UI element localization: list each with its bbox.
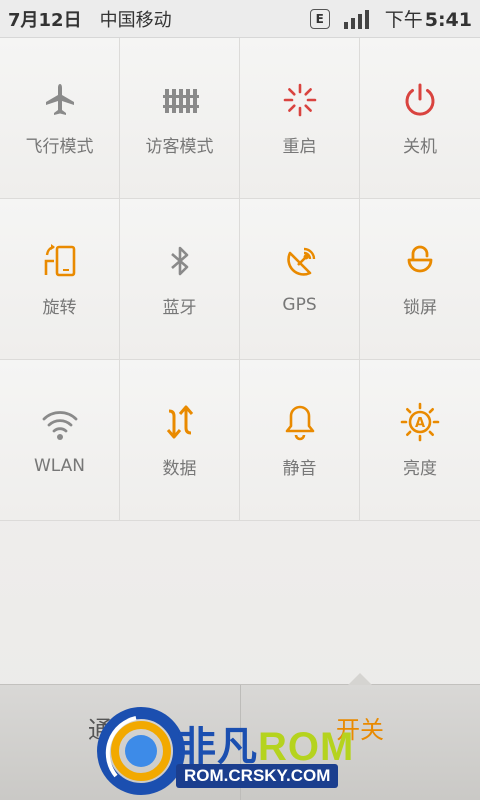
guest-fence-icon <box>162 88 199 113</box>
toggle-brightness[interactable]: A 亮度 <box>360 360 480 521</box>
auto-brightness-icon: A <box>400 402 440 441</box>
watermark-url: ROM.CRSKY.COM <box>176 764 339 788</box>
toggle-label: GPS <box>282 295 317 315</box>
toggle-label: 飞行模式 <box>25 136 94 157</box>
toggle-label: 静音 <box>282 458 317 479</box>
toggle-grid: 飞行模式 访客模式 重启 关机 旋转 蓝牙 GPS 锁屏 WLAN 数据 静音 … <box>0 38 480 522</box>
toggle-label: 锁屏 <box>403 297 437 318</box>
toggle-label: WLAN <box>33 456 86 476</box>
toggle-bluetooth[interactable]: 蓝牙 <box>120 199 240 360</box>
bell-icon <box>285 405 314 440</box>
toggle-guest-mode[interactable]: 访客模式 <box>120 38 240 199</box>
toggle-reboot[interactable]: 重启 <box>240 38 360 199</box>
toggle-mute[interactable]: 静音 <box>240 360 360 521</box>
reboot-icon <box>283 83 316 116</box>
bluetooth-icon <box>170 246 188 275</box>
active-tab-indicator <box>348 673 372 685</box>
toggle-power-off[interactable]: 关机 <box>360 38 480 199</box>
status-date: 7月12日 <box>8 9 82 31</box>
svg-text:A: A <box>415 416 425 431</box>
airplane-icon <box>45 83 74 115</box>
toggle-mobile-data[interactable]: 数据 <box>120 360 240 521</box>
toggle-rotate[interactable]: 旋转 <box>0 199 120 360</box>
data-arrows-icon <box>166 405 193 438</box>
toggle-wlan[interactable]: WLAN <box>0 360 120 521</box>
watermark-logo <box>97 707 185 795</box>
toggle-label: 关机 <box>403 136 437 157</box>
toggle-label: 访客模式 <box>145 136 214 157</box>
toggle-airplane[interactable]: 飞行模式 <box>0 38 120 199</box>
toggle-gps[interactable]: GPS <box>240 199 360 360</box>
rotate-icon <box>44 243 75 276</box>
gps-icon <box>286 247 315 276</box>
toggle-label: 数据 <box>162 458 197 479</box>
toggle-lockscreen[interactable]: 锁屏 <box>360 199 480 360</box>
status-time: 下午 5:41 <box>384 9 472 31</box>
toggle-label: 旋转 <box>42 297 77 318</box>
watermark: 非凡ROM ROM.CRSKY.COM <box>96 704 396 800</box>
toggle-label: 亮度 <box>403 458 437 479</box>
status-bar: 7月12日 中国移动 E 下午 5:41 <box>0 0 480 38</box>
wifi-icon <box>42 411 77 440</box>
toggle-label: 重启 <box>282 136 317 157</box>
lock-icon <box>407 245 433 272</box>
toggle-label: 蓝牙 <box>162 297 197 318</box>
signal-strength-icon <box>343 9 369 29</box>
power-icon <box>405 83 435 116</box>
carrier-name: 中国移动 <box>99 9 172 31</box>
network-type-icon: E <box>309 8 330 29</box>
